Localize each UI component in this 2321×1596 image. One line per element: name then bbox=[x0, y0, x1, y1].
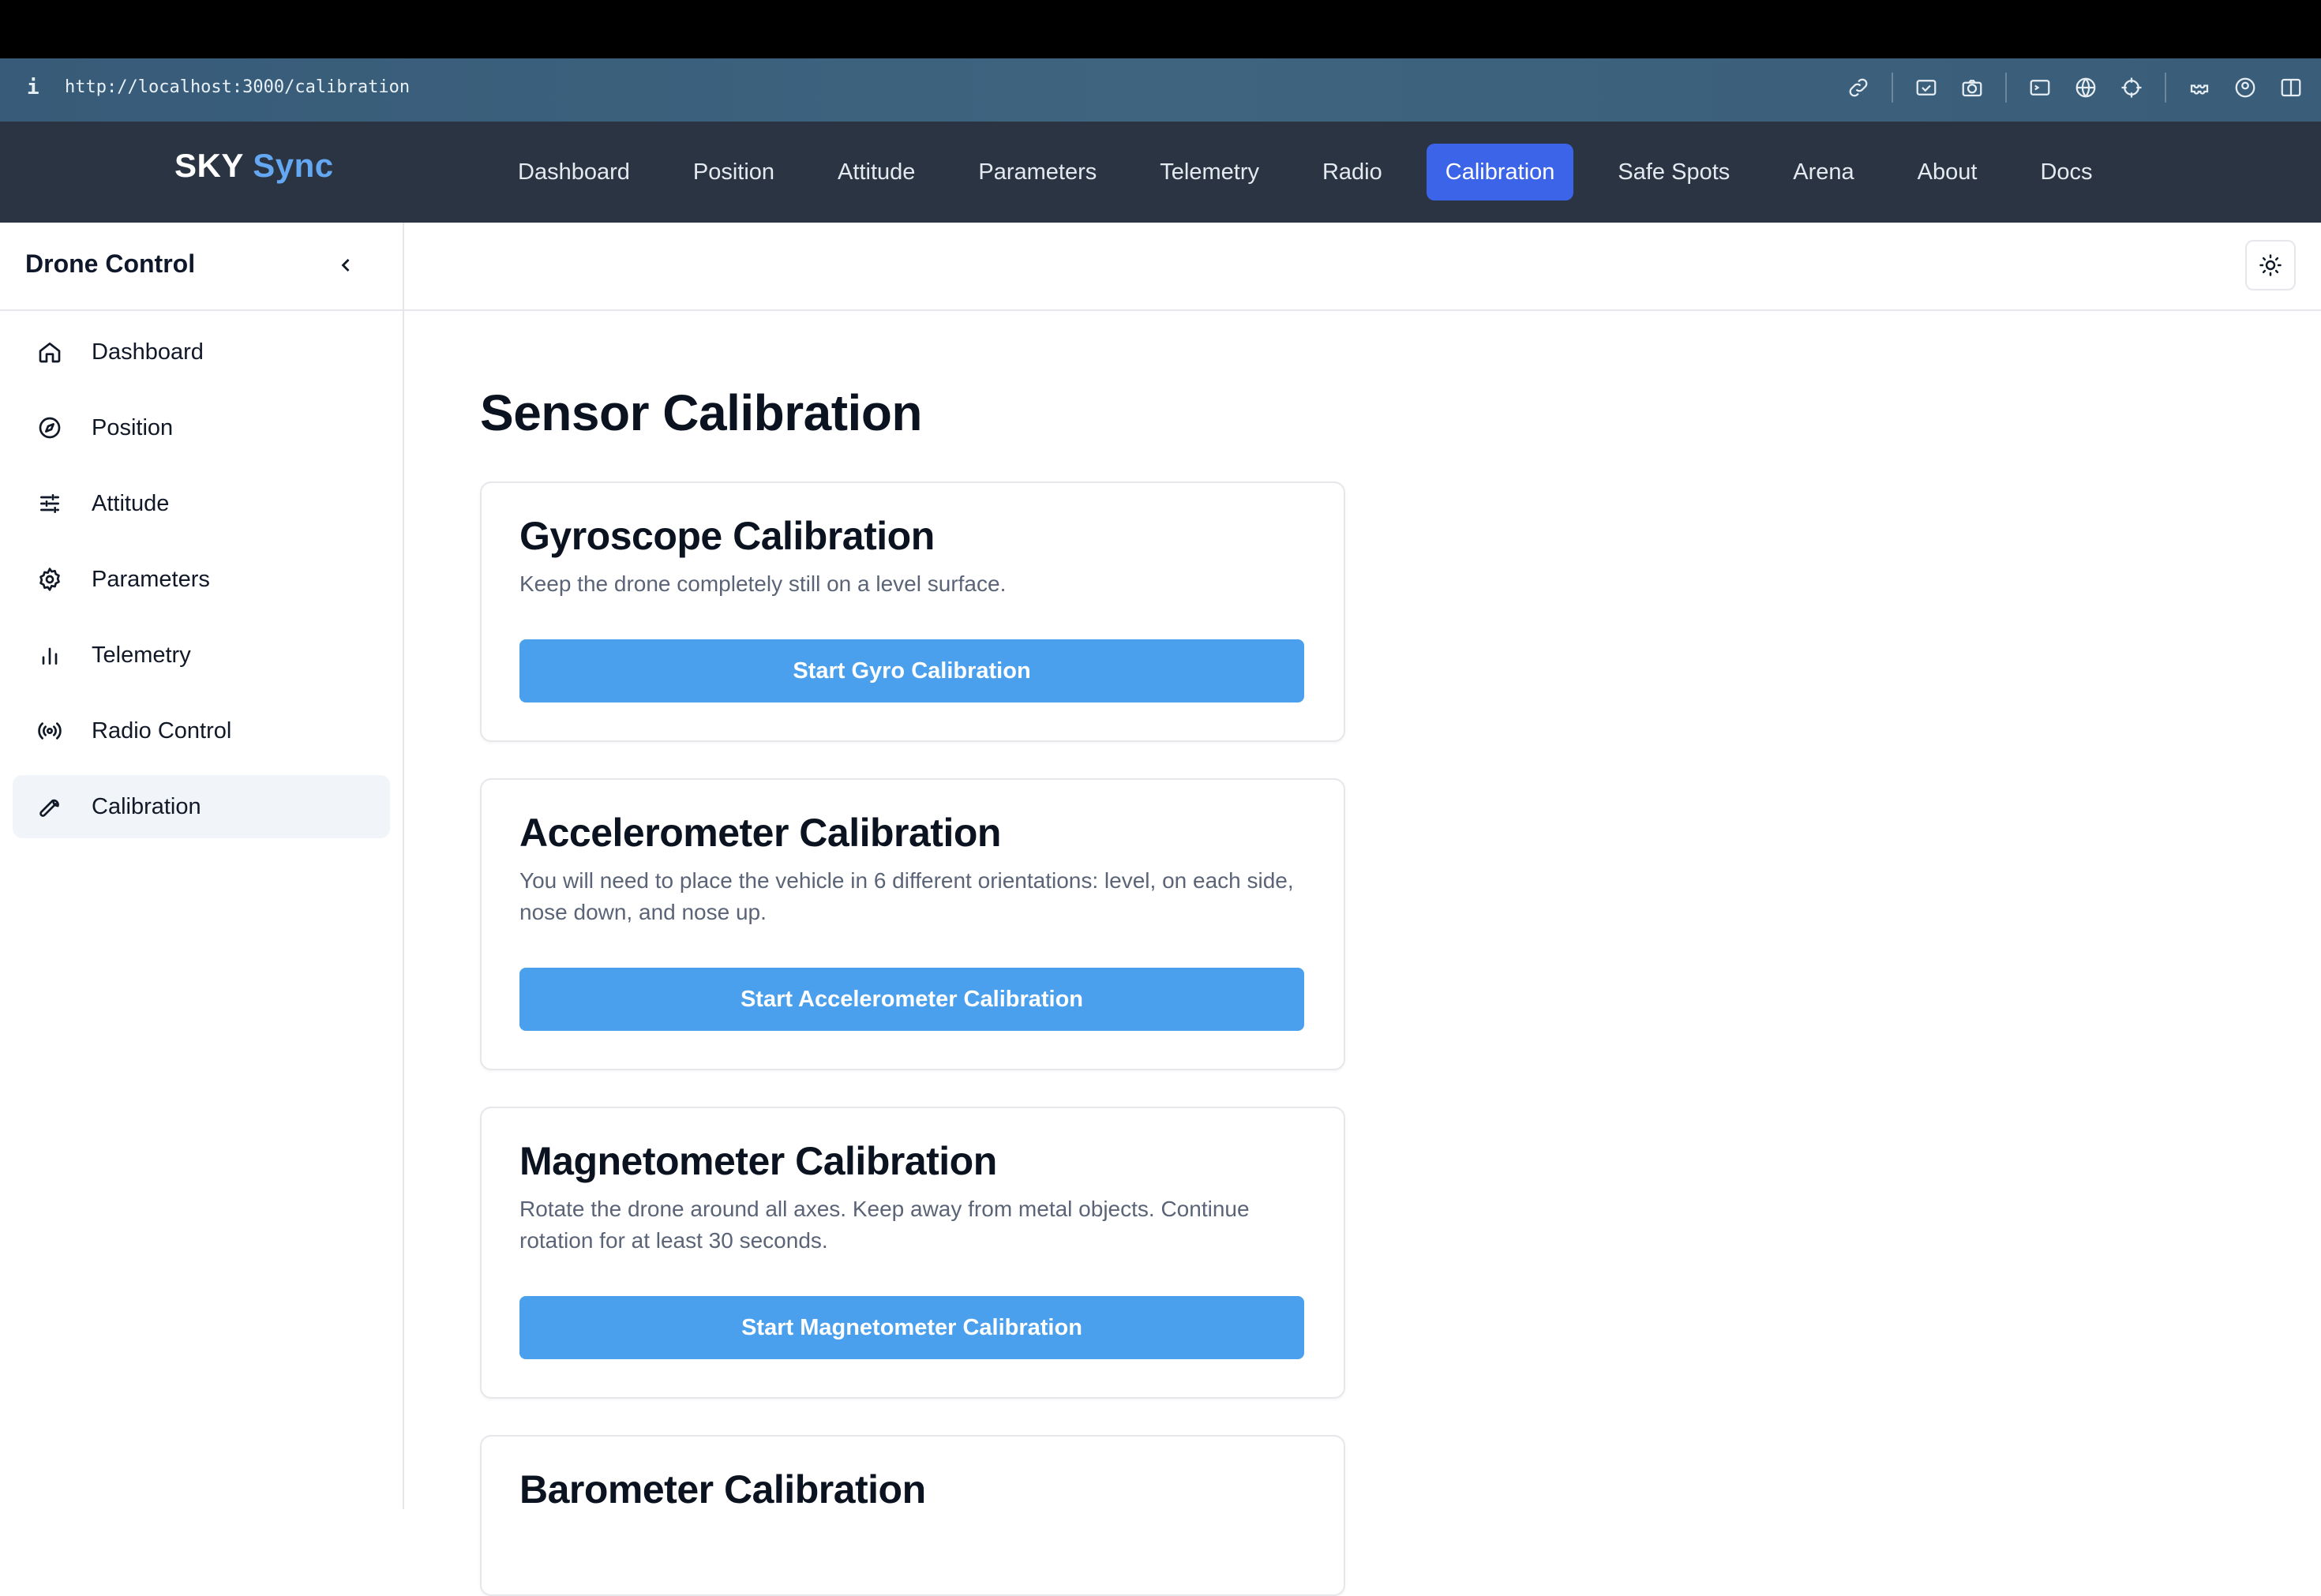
card-description: You will need to place the vehicle in 6 … bbox=[519, 868, 1294, 924]
toolbar-divider bbox=[1892, 73, 1893, 103]
start-accelerometer-calibration-button[interactable]: Start Accelerometer Calibration bbox=[519, 968, 1304, 1031]
compass-icon bbox=[36, 414, 63, 441]
wrench-icon bbox=[36, 793, 63, 820]
nav-link-attitude[interactable]: Attitude bbox=[819, 144, 934, 200]
extensions-icon[interactable] bbox=[2187, 75, 2212, 100]
sidebar-title: Drone Control bbox=[25, 249, 196, 278]
top-navbar: SKY Sync Dashboard Position Attitude Par… bbox=[0, 122, 2321, 223]
sidebar-menu: Dashboard Position Attitude Parameters T… bbox=[0, 311, 403, 860]
window-top-bar bbox=[0, 0, 2321, 58]
nav-link-parameters[interactable]: Parameters bbox=[959, 144, 1116, 200]
globe-icon[interactable] bbox=[2073, 75, 2098, 100]
sun-icon bbox=[2259, 254, 2282, 276]
home-icon bbox=[36, 339, 63, 365]
brand-primary: SKY bbox=[174, 147, 244, 184]
sidebar-item-label: Telemetry bbox=[92, 642, 191, 668]
page-title: Sensor Calibration bbox=[480, 384, 923, 441]
collapse-sidebar-button[interactable] bbox=[332, 251, 360, 279]
site-info-icon[interactable]: i bbox=[27, 76, 39, 99]
card-title: Gyroscope Calibration bbox=[519, 514, 935, 558]
sidebar-icon[interactable] bbox=[2278, 75, 2304, 100]
nav-link-calibration[interactable]: Calibration bbox=[1426, 144, 1574, 200]
toolbar-divider bbox=[2005, 73, 2007, 103]
barometer-card: Barometer Calibration bbox=[480, 1435, 1345, 1596]
card-description: Keep the drone completely still on a lev… bbox=[519, 571, 1007, 596]
sidebar-item-calibration[interactable]: Calibration bbox=[13, 775, 390, 838]
nav-link-position[interactable]: Position bbox=[674, 144, 793, 200]
nav-link-dashboard[interactable]: Dashboard bbox=[499, 144, 649, 200]
start-magnetometer-calibration-button[interactable]: Start Magnetometer Calibration bbox=[519, 1296, 1304, 1359]
theme-toggle-button[interactable] bbox=[2245, 240, 2296, 290]
bar-chart-icon bbox=[36, 642, 63, 669]
sidebar-item-label: Radio Control bbox=[92, 717, 232, 744]
gyroscope-card: Gyroscope Calibration Keep the drone com… bbox=[480, 481, 1345, 742]
sidebar-item-label: Calibration bbox=[92, 793, 201, 819]
card-title: Magnetometer Calibration bbox=[519, 1139, 997, 1183]
accelerometer-card: Accelerometer Calibration You will need … bbox=[480, 778, 1345, 1070]
sidebar-item-attitude[interactable]: Attitude bbox=[13, 472, 390, 535]
radio-icon bbox=[36, 717, 63, 744]
sidebar-header: Drone Control bbox=[0, 223, 403, 311]
magnetometer-card: Magnetometer Calibration Rotate the dron… bbox=[480, 1107, 1345, 1399]
browser-toolbar-icons bbox=[1846, 73, 2304, 103]
browser-address-bar: i http://localhost:3000/calibration bbox=[0, 58, 2321, 122]
nav-link-radio[interactable]: Radio bbox=[1303, 144, 1401, 200]
gear-icon bbox=[36, 566, 63, 593]
sidebar-item-parameters[interactable]: Parameters bbox=[13, 548, 390, 611]
sidebar-item-label: Dashboard bbox=[92, 339, 204, 365]
sidebar-item-label: Parameters bbox=[92, 566, 210, 592]
profile-icon[interactable] bbox=[2233, 75, 2258, 100]
card-title: Accelerometer Calibration bbox=[519, 811, 1001, 855]
nav-link-docs[interactable]: Docs bbox=[2021, 144, 2111, 200]
nav-link-about[interactable]: About bbox=[1899, 144, 1997, 200]
terminal-icon[interactable] bbox=[2027, 75, 2053, 100]
sidebar: Drone Control Dashboard Position Attitud… bbox=[0, 223, 404, 1509]
url-text[interactable]: http://localhost:3000/calibration bbox=[65, 77, 410, 97]
nav-link-arena[interactable]: Arena bbox=[1774, 144, 1873, 200]
start-gyro-calibration-button[interactable]: Start Gyro Calibration bbox=[519, 639, 1304, 702]
card-title: Barometer Calibration bbox=[519, 1467, 926, 1512]
camera-icon[interactable] bbox=[1959, 75, 1985, 100]
card-description: Rotate the drone around all axes. Keep a… bbox=[519, 1197, 1250, 1253]
nav-link-telemetry[interactable]: Telemetry bbox=[1141, 144, 1278, 200]
link-icon[interactable] bbox=[1846, 75, 1871, 100]
brand-logo[interactable]: SKY Sync bbox=[174, 147, 334, 185]
sliders-icon bbox=[36, 490, 63, 517]
nav-links: Dashboard Position Attitude Parameters T… bbox=[499, 144, 2137, 200]
toolbar-divider bbox=[2165, 73, 2166, 103]
crosshair-icon[interactable] bbox=[2119, 75, 2144, 100]
sidebar-item-radio-control[interactable]: Radio Control bbox=[13, 699, 390, 762]
sidebar-item-telemetry[interactable]: Telemetry bbox=[13, 624, 390, 687]
chevron-left-icon bbox=[341, 259, 350, 272]
main-header bbox=[404, 223, 2321, 311]
nav-link-safe-spots[interactable]: Safe Spots bbox=[1599, 144, 1749, 200]
image-icon[interactable] bbox=[1914, 75, 1939, 100]
sidebar-item-dashboard[interactable]: Dashboard bbox=[13, 320, 390, 384]
brand-accent: Sync bbox=[253, 147, 334, 184]
sidebar-item-label: Attitude bbox=[92, 490, 170, 516]
sidebar-item-position[interactable]: Position bbox=[13, 396, 390, 459]
sidebar-item-label: Position bbox=[92, 414, 174, 440]
